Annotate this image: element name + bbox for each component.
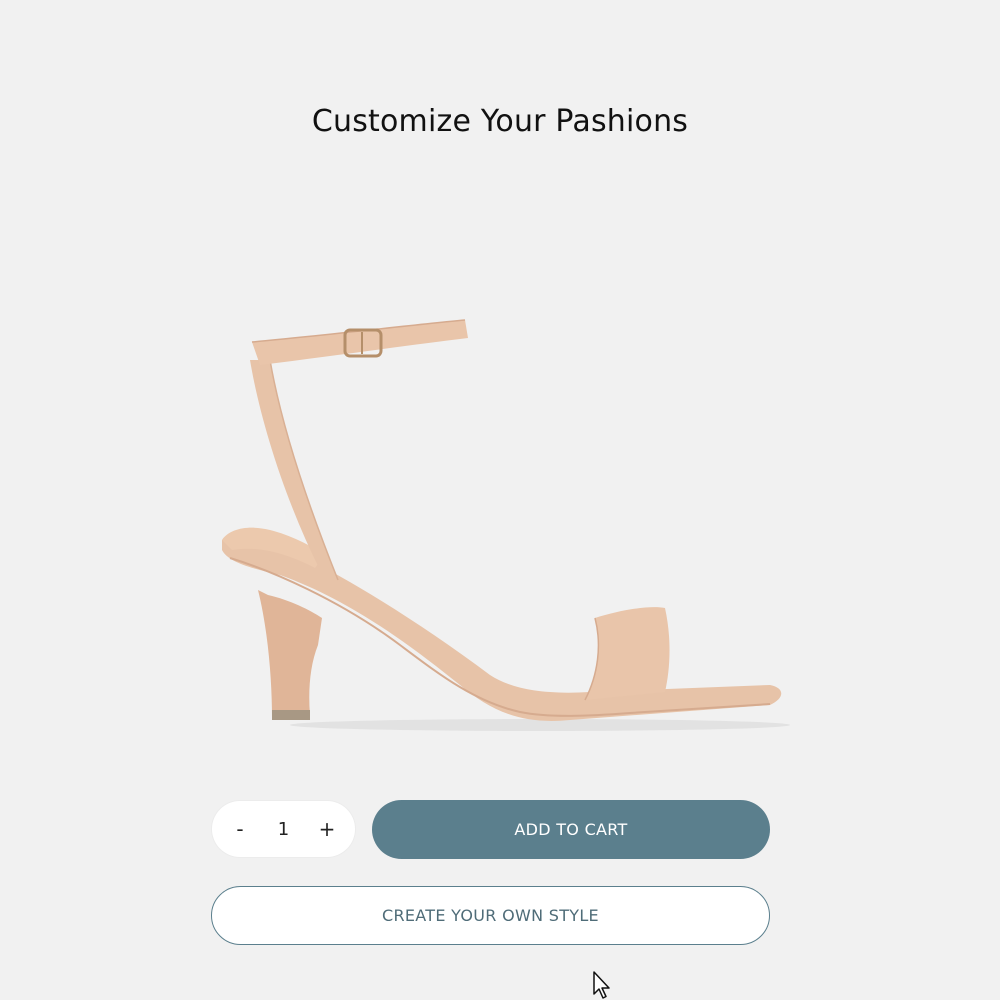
quantity-value[interactable]: 1 (278, 819, 289, 840)
create-your-own-style-button[interactable]: CREATE YOUR OWN STYLE (211, 886, 770, 945)
quantity-decrease-button[interactable]: - (222, 811, 258, 847)
quantity-stepper: - 1 + (212, 801, 355, 857)
sandal-image (222, 319, 790, 731)
mouse-cursor-icon (593, 971, 610, 999)
quantity-increase-button[interactable]: + (309, 811, 345, 847)
page-title: Customize Your Pashions (311, 104, 689, 139)
add-to-cart-button[interactable]: ADD TO CART (372, 800, 770, 859)
